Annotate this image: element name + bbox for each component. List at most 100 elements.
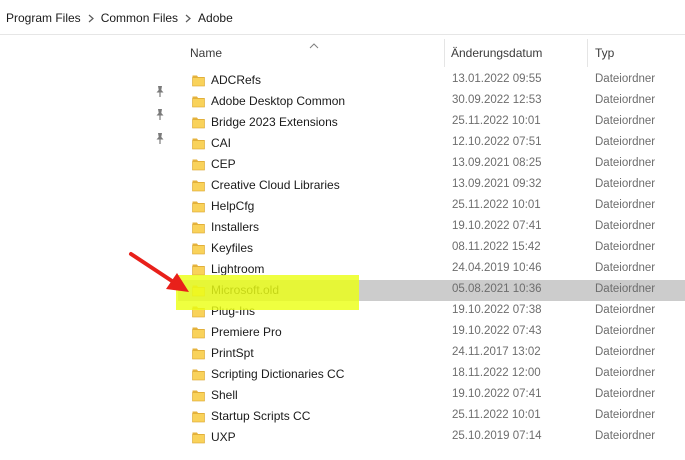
- file-name: Lightroom: [211, 262, 265, 276]
- navigation-pane: [0, 35, 178, 460]
- file-date: 19.10.2022 07:38: [452, 304, 542, 316]
- file-name: PrintSpt: [211, 346, 254, 360]
- file-type: Dateiordner: [595, 346, 656, 358]
- breadcrumb: Program Files Common Files Adobe: [6, 10, 233, 26]
- file-type: Dateiordner: [595, 283, 656, 295]
- file-name: HelpCfg: [211, 199, 255, 213]
- file-name: Adobe Desktop Common: [211, 94, 346, 108]
- file-row[interactable]: Scripting Dictionaries CC 18.11.2022 12:0…: [178, 364, 685, 385]
- file-row[interactable]: CEP 13.09.2021 08:25 Dateiordner: [178, 154, 685, 175]
- file-type: Dateiordner: [595, 136, 656, 148]
- file-type: Dateiordner: [595, 430, 656, 442]
- folder-icon: [192, 431, 205, 444]
- file-name: Installers: [211, 220, 260, 234]
- file-type: Dateiordner: [595, 241, 656, 253]
- file-row[interactable]: Premiere Pro 19.10.2022 07:43 Dateiordner: [178, 322, 685, 343]
- breadcrumb-item-program-files[interactable]: Program Files: [6, 11, 81, 25]
- file-name: ADCRefs: [211, 73, 262, 87]
- sort-up-icon: [309, 38, 319, 49]
- address-bar[interactable]: Program Files Common Files Adobe: [0, 0, 685, 35]
- folder-icon: [192, 284, 205, 297]
- file-date: 19.10.2022 07:43: [452, 325, 542, 337]
- folder-icon: [192, 389, 205, 402]
- file-date: 13.01.2022 09:55: [452, 73, 542, 85]
- file-row[interactable]: Bridge 2023 Extensions 25.11.2022 10:01 Da…: [178, 112, 685, 133]
- file-date: 25.10.2019 07:14: [452, 430, 542, 442]
- file-date: 05.08.2021 10:36: [452, 283, 542, 295]
- file-type: Dateiordner: [595, 304, 656, 316]
- file-date: 25.11.2022 10:01: [452, 199, 541, 211]
- file-date: 25.11.2022 10:01: [452, 115, 541, 127]
- file-name: Startup Scripts CC: [211, 409, 311, 423]
- file-name: Scripting Dictionaries CC: [211, 367, 345, 381]
- column-header-name[interactable]: Name: [190, 46, 222, 60]
- folder-icon: [192, 221, 205, 234]
- column-header: Name Änderungsdatum Typ: [178, 35, 685, 69]
- file-type: Dateiordner: [595, 388, 656, 400]
- pin-icon[interactable]: [154, 85, 166, 99]
- file-row[interactable]: Microsoft.old 05.08.2021 10:36 Dateiordner: [178, 280, 685, 301]
- file-type: Dateiordner: [595, 409, 656, 421]
- file-type: Dateiordner: [595, 115, 656, 127]
- file-name: Keyfiles: [211, 241, 254, 255]
- file-name: Premiere Pro: [211, 325, 282, 339]
- file-row[interactable]: Lightroom 24.04.2019 10:46 Dateiordner: [178, 259, 685, 280]
- breadcrumb-item-adobe[interactable]: Adobe: [198, 11, 233, 25]
- file-date: 18.11.2022 12:00: [452, 367, 541, 379]
- file-row[interactable]: ADCRefs 13.01.2022 09:55 Dateiordner: [178, 70, 685, 91]
- folder-icon: [192, 305, 205, 318]
- file-name: CAI: [211, 136, 232, 150]
- folder-icon: [192, 200, 205, 213]
- file-row[interactable]: HelpCfg 25.11.2022 10:01 Dateiordner: [178, 196, 685, 217]
- folder-icon: [192, 137, 205, 150]
- folder-icon: [192, 116, 205, 129]
- file-date: 19.10.2022 07:41: [452, 220, 542, 232]
- folder-icon: [192, 179, 205, 192]
- file-row[interactable]: PrintSpt 24.11.2017 13:02 Dateiordner: [178, 343, 685, 364]
- column-divider[interactable]: [444, 39, 445, 67]
- column-header-date[interactable]: Änderungsdatum: [451, 46, 542, 60]
- file-type: Dateiordner: [595, 157, 656, 169]
- file-name: CEP: [211, 157, 236, 171]
- pin-icon[interactable]: [154, 132, 166, 146]
- file-name: Creative Cloud Libraries: [211, 178, 340, 192]
- file-type: Dateiordner: [595, 73, 656, 85]
- file-row[interactable]: Installers 19.10.2022 07:41 Dateiordner: [178, 217, 685, 238]
- file-type: Dateiordner: [595, 178, 656, 190]
- file-name: Bridge 2023 Extensions: [211, 115, 338, 129]
- file-type: Dateiordner: [595, 262, 656, 274]
- file-row[interactable]: Startup Scripts CC 25.11.2022 10:01 Dateio…: [178, 406, 685, 427]
- file-row[interactable]: Adobe Desktop Common 30.09.2022 12:53 Date…: [178, 91, 685, 112]
- folder-icon: [192, 368, 205, 381]
- file-date: 13.09.2021 08:25: [452, 157, 542, 169]
- folder-icon: [192, 410, 205, 423]
- chevron-right-icon[interactable]: [81, 14, 101, 23]
- file-name: UXP: [211, 430, 236, 444]
- folder-icon: [192, 326, 205, 339]
- file-date: 24.04.2019 10:46: [452, 262, 542, 274]
- file-type: Dateiordner: [595, 220, 656, 232]
- file-date: 24.11.2017 13:02: [452, 346, 541, 358]
- folder-icon: [192, 74, 205, 87]
- file-date: 19.10.2022 07:41: [452, 388, 542, 400]
- breadcrumb-item-common-files[interactable]: Common Files: [101, 11, 178, 25]
- file-date: 25.11.2022 10:01: [452, 409, 541, 421]
- pin-icon[interactable]: [154, 108, 166, 122]
- folder-icon: [192, 347, 205, 360]
- file-row[interactable]: Plug-Ins 19.10.2022 07:38 Dateiordner: [178, 301, 685, 322]
- file-row[interactable]: CAI 12.10.2022 07:51 Dateiordner: [178, 133, 685, 154]
- file-row[interactable]: Creative Cloud Libraries 13.09.2021 09:32…: [178, 175, 685, 196]
- file-row[interactable]: UXP 25.10.2019 07:14 Dateiordner: [178, 427, 685, 448]
- file-type: Dateiordner: [595, 367, 656, 379]
- file-name: Shell: [211, 388, 238, 402]
- file-row[interactable]: Keyfiles 08.11.2022 15:42 Dateiordner: [178, 238, 685, 259]
- file-name: Plug-Ins: [211, 304, 256, 318]
- file-date: 08.11.2022 15:42: [452, 241, 541, 253]
- file-date: 12.10.2022 07:51: [452, 136, 542, 148]
- folder-icon: [192, 242, 205, 255]
- column-divider[interactable]: [587, 39, 588, 67]
- file-row[interactable]: Shell 19.10.2022 07:41 Dateiordner: [178, 385, 685, 406]
- file-type: Dateiordner: [595, 94, 656, 106]
- chevron-right-icon[interactable]: [178, 14, 198, 23]
- column-header-type[interactable]: Typ: [595, 46, 614, 60]
